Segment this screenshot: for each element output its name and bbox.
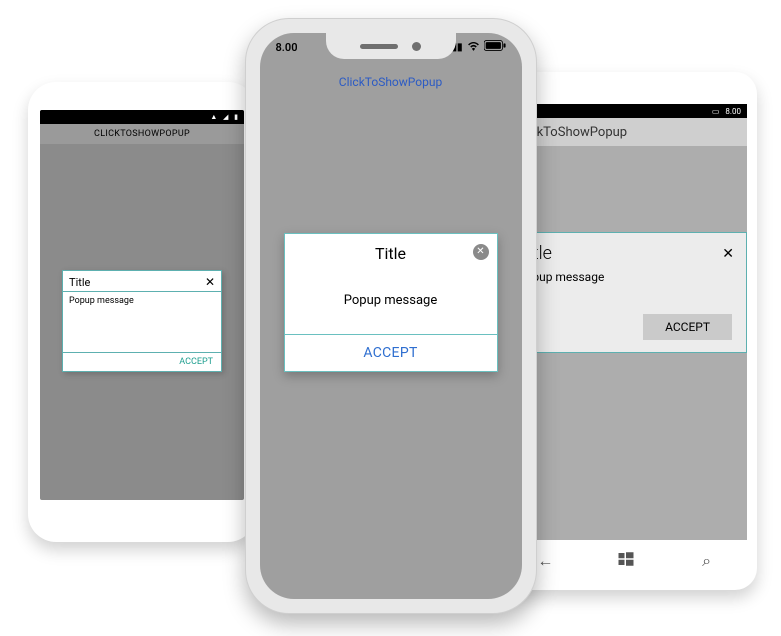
iphone-popup-message: Popup message — [344, 293, 438, 308]
close-icon[interactable]: ✕ — [205, 275, 215, 289]
iphone-nav-title: ClickToShowPopup — [260, 75, 522, 89]
windows-status-bar: ▮▮▯ ▭ 8.00 — [505, 104, 747, 118]
android-app-title: CLICKTOSHOWPOPUP — [94, 129, 190, 139]
android-popup-message: Popup message — [69, 296, 134, 306]
android-popup: Title ✕ Popup message ACCEPT — [62, 270, 222, 372]
windows-app-bar: ClickToShowPopup — [505, 118, 747, 146]
windows-popup: Title ✕ Popup message ACCEPT — [505, 232, 747, 353]
accept-button[interactable]: ACCEPT — [363, 345, 417, 361]
accept-button-label: ACCEPT — [665, 320, 710, 334]
iphone-status-time: 8.00 — [276, 41, 298, 54]
android-status-bar — [40, 110, 244, 124]
iphone-popup-title: Title — [375, 244, 406, 263]
android-device-frame: CLICKTOSHOWPOPUP Title ✕ Popup message A… — [28, 82, 256, 542]
iphone-popup-body: Popup message — [285, 271, 497, 334]
windows-nav-bar: ← ⌕ — [505, 544, 747, 578]
iphone-screen: 8.00 ▮▮▮▮ ClickToShowPopup Title ✕ — [260, 33, 522, 599]
windows-popup-body: Popup message — [506, 270, 746, 304]
windows-popup-footer: ACCEPT — [506, 304, 746, 352]
iphone-notch — [326, 33, 456, 59]
windows-popup-header: Title ✕ — [506, 233, 746, 270]
android-app-bar: CLICKTOSHOWPOPUP — [40, 124, 244, 144]
search-icon[interactable]: ⌕ — [697, 551, 717, 571]
windows-status-time: 8.00 — [725, 107, 741, 116]
iphone-popup-footer: ACCEPT — [285, 334, 497, 371]
android-screen: CLICKTOSHOWPOPUP Title ✕ Popup message A… — [40, 110, 244, 500]
iphone-device-frame: 8.00 ▮▮▮▮ ClickToShowPopup Title ✕ — [245, 18, 537, 614]
iphone-popup: Title ✕ Popup message ACCEPT — [284, 233, 498, 372]
back-icon[interactable]: ← — [535, 551, 555, 571]
accept-button[interactable]: ACCEPT — [179, 357, 213, 367]
windows-screen: ▮▮▯ ▭ 8.00 ClickToShowPopup Title ✕ Popu… — [505, 104, 747, 540]
android-popup-body: Popup message — [63, 292, 221, 352]
windows-icon[interactable] — [616, 550, 636, 572]
iphone-popup-header: Title ✕ — [285, 234, 497, 271]
android-popup-footer: ACCEPT — [63, 352, 221, 371]
close-icon[interactable]: ✕ — [473, 244, 489, 260]
battery-icon: ▭ — [712, 107, 720, 116]
accept-button[interactable]: ACCEPT — [643, 314, 732, 340]
close-icon[interactable]: ✕ — [722, 246, 734, 262]
android-popup-title: Title — [69, 276, 90, 289]
android-popup-header: Title ✕ — [63, 271, 221, 292]
wifi-icon — [467, 41, 480, 54]
battery-icon — [484, 40, 506, 54]
